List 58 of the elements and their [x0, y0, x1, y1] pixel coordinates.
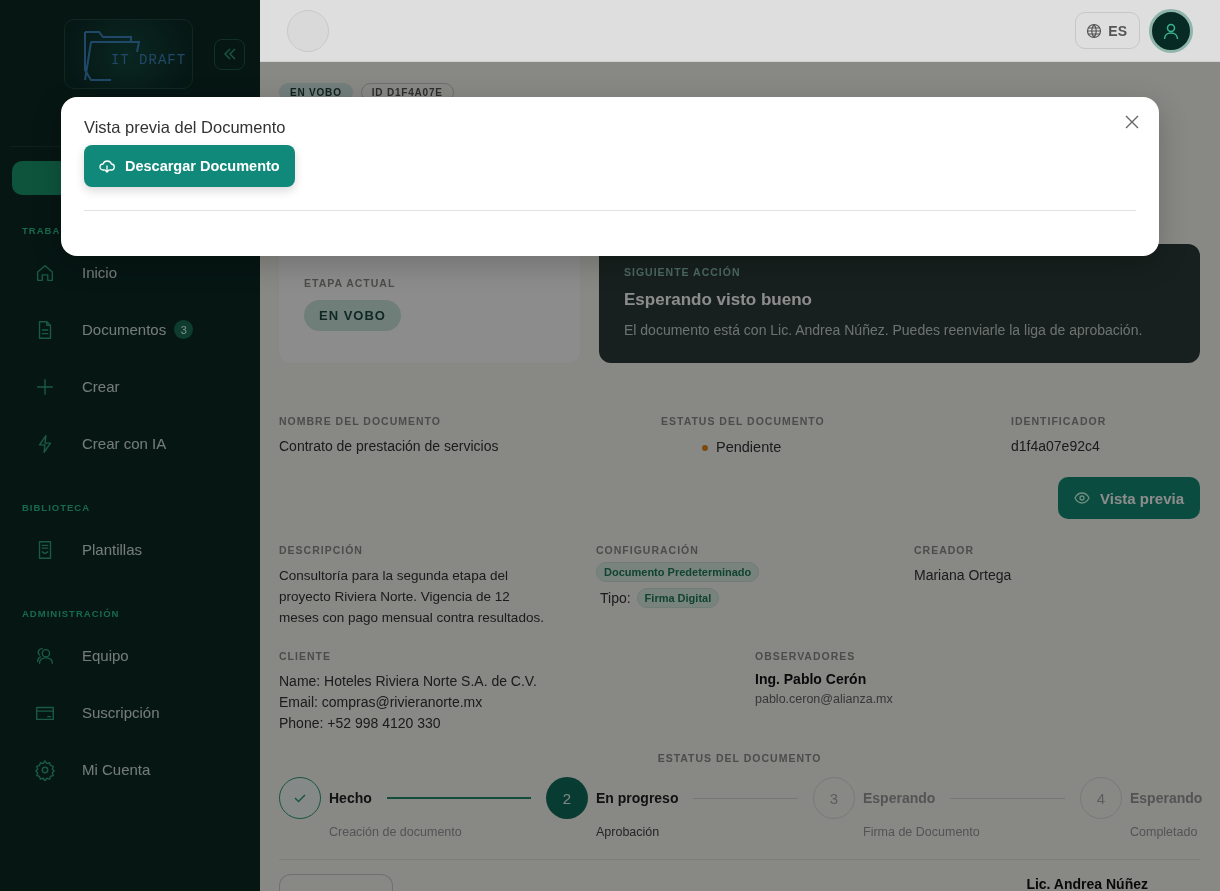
count-badge: 3 — [174, 320, 194, 339]
sidebar-item[interactable]: Inicio — [0, 244, 260, 301]
step-title: En progreso — [596, 790, 679, 806]
download-button[interactable]: Descargar Documento — [84, 145, 295, 187]
config-tag: Documento Predeterminado — [596, 562, 760, 582]
field-label: CLIENTE — [279, 650, 331, 662]
field-value: Contrato de prestación de servicios — [279, 437, 500, 456]
section-label: ADMINISTRACIÓN — [21, 608, 121, 619]
sidebar-item[interactable]: Crear — [0, 358, 260, 415]
description-text: Consultoría para la segunda etapa del proyecto Riviera Norte. Vigencia de 12 meses con pago mensual contra resultados. — [279, 567, 545, 627]
field-label: ESTATUS DEL DOCUMENTO — [661, 415, 825, 427]
preview-button[interactable]: Vista previa — [1058, 477, 1200, 519]
field-label: SIGUIENTE ACCIÓN — [624, 266, 741, 278]
sidebar-item[interactable]: Equipo — [0, 627, 260, 684]
client-detail: Email: compras@rivieranorte.mx — [279, 693, 483, 712]
status-dot — [702, 444, 708, 451]
sidebar-item[interactable]: Documentos 3 — [0, 301, 260, 358]
section-label: BIBLIOTECA — [21, 502, 92, 513]
signer-name: Lic. Andrea Núñez — [1026, 876, 1148, 891]
user-icon — [1162, 21, 1180, 40]
close-icon[interactable] — [1125, 115, 1139, 129]
language-button[interactable]: ES — [1075, 12, 1140, 49]
logo: IT DRAFT — [64, 19, 193, 89]
field-label: DESCRIPCIÓN — [279, 544, 363, 556]
field-value: d1f4a07e92c4 — [1011, 437, 1101, 456]
type-label: Tipo: — [600, 590, 631, 606]
sidebar-item[interactable]: Crear con IA — [0, 415, 260, 472]
field-label: IDENTIFICADOR — [1011, 415, 1107, 427]
field-value: Mariana Ortega — [914, 566, 1013, 585]
modal-title: Vista previa del Documento — [84, 118, 286, 137]
client-detail: Phone: +52 998 4120 330 — [279, 714, 441, 733]
user-avatar-button[interactable] — [1149, 8, 1193, 53]
next-action-text: El documento está con Lic. Andrea Núñez. Puedes reenviarle la liga de aprobación. — [624, 322, 1143, 338]
field-label: NOMBRE DEL DOCUMENTO — [279, 415, 441, 427]
type-tag: Firma Digital — [636, 588, 720, 608]
field-label: ESTATUS DEL DOCUMENTO — [657, 752, 822, 764]
globe-icon — [1086, 22, 1103, 39]
double-chevron-icon — [222, 47, 237, 61]
field-label: ETAPA ACTUAL — [304, 277, 396, 289]
field-label: CREADOR — [914, 544, 975, 556]
client-detail: Name: Hoteles Riviera Norte S.A. de C.V. — [279, 672, 537, 691]
stage-pill: EN VOBO — [304, 300, 401, 331]
step-title: Hecho — [329, 790, 372, 806]
step-number: 2 — [546, 777, 588, 819]
section-label: TRABA — [21, 225, 62, 236]
sidebar-item[interactable]: Mi Cuenta — [0, 741, 260, 798]
observer-email: pablo.ceron@alianza.mx — [755, 692, 893, 706]
status-value: Pendiente — [716, 438, 782, 457]
next-action-title: Esperando visto bueno — [624, 290, 812, 310]
eye-icon — [1074, 490, 1091, 506]
sidebar-item[interactable]: Plantillas — [0, 521, 260, 578]
step-subtitle: Aprobación — [596, 825, 660, 839]
cloud-download-icon — [99, 158, 115, 174]
field-label: CONFIGURACIÓN — [596, 544, 699, 556]
sidebar-item[interactable]: Suscripción — [0, 684, 260, 741]
settings-icon — [34, 758, 56, 781]
field-label: OBSERVADORES — [755, 650, 856, 662]
observer-name: Ing. Pablo Cerón — [755, 671, 867, 687]
